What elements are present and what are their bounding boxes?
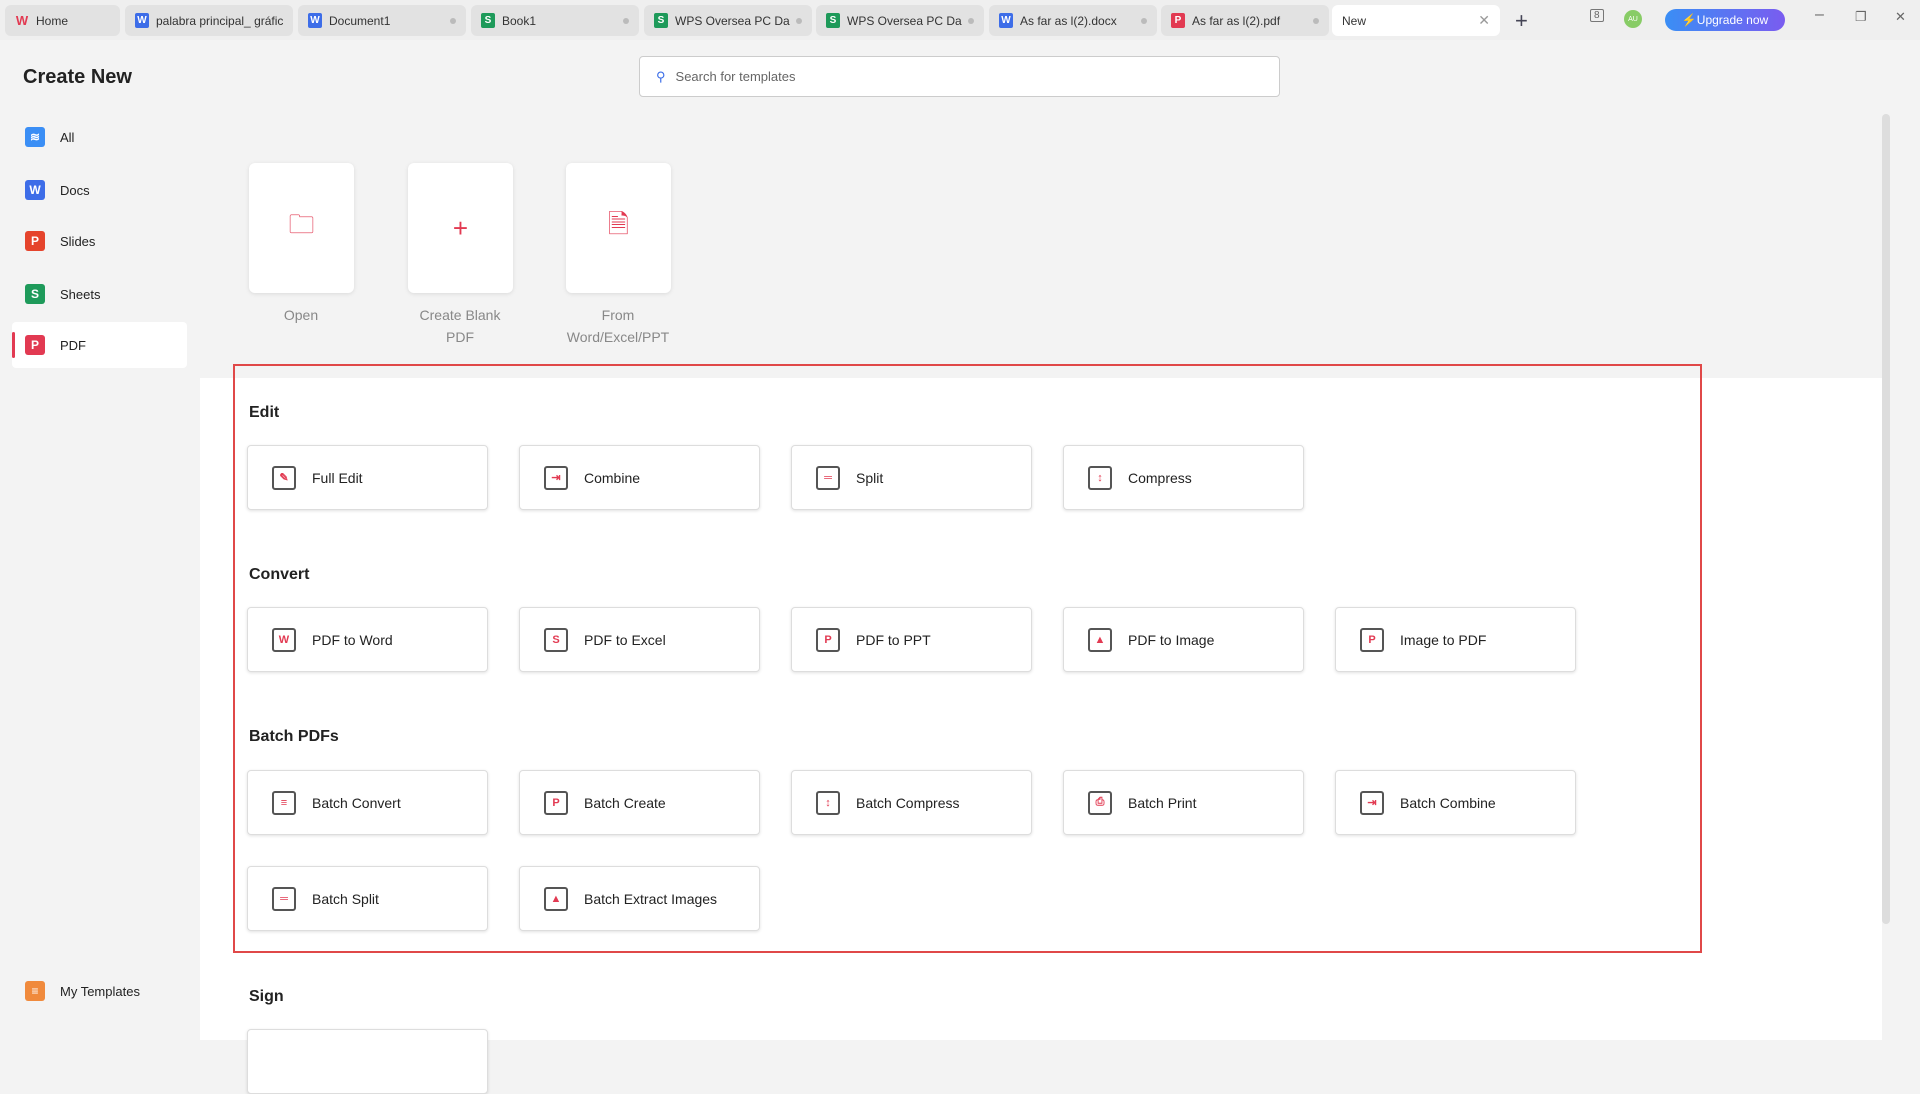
sidebar-item-sheets[interactable]: S Sheets [12,271,187,317]
pdf-to-image-button[interactable]: ▲ PDF to Image [1063,607,1304,672]
sidebar-item-pdf[interactable]: P PDF [12,322,187,368]
pdf-to-excel-button[interactable]: S PDF to Excel [519,607,760,672]
from-office-card[interactable]: 🗎 [566,163,671,293]
sidebar-item-slides[interactable]: P Slides [12,218,187,264]
image-to-pdf-button[interactable]: P Image to PDF [1335,607,1576,672]
open-label: Open [283,307,319,323]
minimize-icon[interactable]: – [1815,6,1824,24]
word-icon: W [25,180,45,200]
create-blank-pdf-card[interactable]: + [408,163,513,293]
scrollbar[interactable] [1882,114,1890,924]
pdf-icon: P [1171,13,1185,28]
document-icon: 🗎 [608,209,629,239]
pdf-to-word-button[interactable]: W PDF to Word [247,607,488,672]
split-icon: ═ [272,886,296,911]
word-icon: W [135,13,149,28]
sidebar-item-my-templates[interactable]: ≡ My Templates [12,968,187,1014]
section-edit-title: Edit [249,404,280,421]
close-tab-icon[interactable]: ✕ [1478,12,1490,29]
tab-doc[interactable]: W Document1 [298,5,466,36]
tab-sheet[interactable]: S WPS Oversea PC Dash [644,5,812,36]
pdf-to-word-icon: W [272,627,296,652]
word-icon: W [308,13,322,28]
section-convert-title: Convert [249,566,310,583]
unsaved-dot-icon [623,17,629,24]
unsaved-dot-icon [1313,17,1319,24]
templates-icon: ≡ [25,981,45,1001]
plus-icon: + [452,212,469,243]
unsaved-dot-icon [796,17,802,24]
create-blank-pdf-label: Create Blank PDF [419,307,501,345]
open-card[interactable]: 🗀 [249,163,354,293]
image-to-pdf-icon: P [1360,627,1384,652]
pdf-to-ppt-icon: P [816,627,840,652]
compress-button[interactable]: ↕ Compress [1063,445,1304,510]
batch-combine-button[interactable]: ⇥ Batch Combine [1335,770,1576,835]
section-batch-title: Batch PDFs [249,728,339,745]
restore-icon[interactable]: ❐ [1855,9,1867,25]
unsaved-dot-icon [1141,17,1147,24]
combine-icon: ⇥ [544,465,568,490]
search-input[interactable]: ⚲ Search for templates [639,56,1280,97]
tab-doc[interactable]: W As far as l(2).docx [989,5,1157,36]
unsaved-dot-icon [450,17,456,24]
pdf-to-image-icon: ▲ [1088,627,1112,652]
from-office-label: From Word/Excel/PPT [566,307,670,345]
sign-card[interactable] [247,1029,488,1094]
new-tab-button[interactable]: + [1515,8,1528,34]
full-edit-button[interactable]: ✎ Full Edit [247,445,488,510]
pdf-to-ppt-button[interactable]: P PDF to PPT [791,607,1032,672]
layers-icon: ≋ [25,127,45,147]
wps-logo-icon: W [15,13,29,28]
batch-convert-button[interactable]: ≡ Batch Convert [247,770,488,835]
word-icon: W [999,13,1013,28]
tab-home[interactable]: W Home [5,5,120,36]
search-icon: ⚲ [656,68,666,84]
batch-compress-button[interactable]: ↕ Batch Compress [791,770,1032,835]
split-icon: ═ [816,465,840,490]
batch-create-icon: P [544,790,568,815]
batch-extract-images-button[interactable]: ▲ Batch Extract Images [519,866,760,931]
sheet-icon: S [25,284,45,304]
section-sign-title: Sign [249,988,284,1005]
batch-convert-icon: ≡ [272,790,296,815]
tab-sheet[interactable]: S Book1 [471,5,639,36]
close-window-icon[interactable]: ✕ [1895,9,1906,25]
printer-icon: ⎙ [1088,790,1112,815]
pdf-to-excel-icon: S [544,627,568,652]
lightning-icon: ⚡ [1681,13,1697,27]
split-button[interactable]: ═ Split [791,445,1032,510]
page-title: Create New [23,66,132,88]
batch-create-button[interactable]: P Batch Create [519,770,760,835]
upgrade-now-button[interactable]: ⚡ Upgrade now [1665,9,1785,31]
tab-sheet[interactable]: S WPS Oversea PC Dash [816,5,984,36]
batch-split-button[interactable]: ═ Batch Split [247,866,488,931]
slides-icon: P [25,231,45,251]
compress-icon: ↕ [1088,465,1112,490]
sidebar-item-all[interactable]: ≋ All [12,114,187,160]
sheet-icon: S [826,13,840,28]
main-content: 🗀 Open + Create Blank PDF 🗎 From Word/Ex… [200,114,1882,1094]
folder-icon: 🗀 [288,209,315,239]
sheet-icon: S [654,13,668,28]
window-layout-icon[interactable]: 8 [1590,9,1604,22]
batch-compress-icon: ↕ [816,790,840,815]
sidebar: Create New ≋ All W Docs P Slides S Sheets PP… [0,40,200,1040]
avatar[interactable]: AU [1624,10,1642,28]
edit-icon: ✎ [272,465,296,490]
extract-images-icon: ▲ [544,886,568,911]
sheet-icon: S [481,13,495,28]
tab-new[interactable]: New ✕ [1332,5,1500,36]
tab-pdf[interactable]: P As far as l(2).pdf [1161,5,1329,36]
combine-icon: ⇥ [1360,790,1384,815]
pdf-icon: P [25,335,45,355]
batch-print-button[interactable]: ⎙ Batch Print [1063,770,1304,835]
combine-button[interactable]: ⇥ Combine [519,445,760,510]
tab-bar: W Home Wpalabra principal_ gráfica W Docum… [0,0,1920,40]
sidebar-item-docs[interactable]: W Docs [12,167,187,213]
tab-doc[interactable]: Wpalabra principal_ gráfica [125,5,293,36]
unsaved-dot-icon [968,17,974,24]
